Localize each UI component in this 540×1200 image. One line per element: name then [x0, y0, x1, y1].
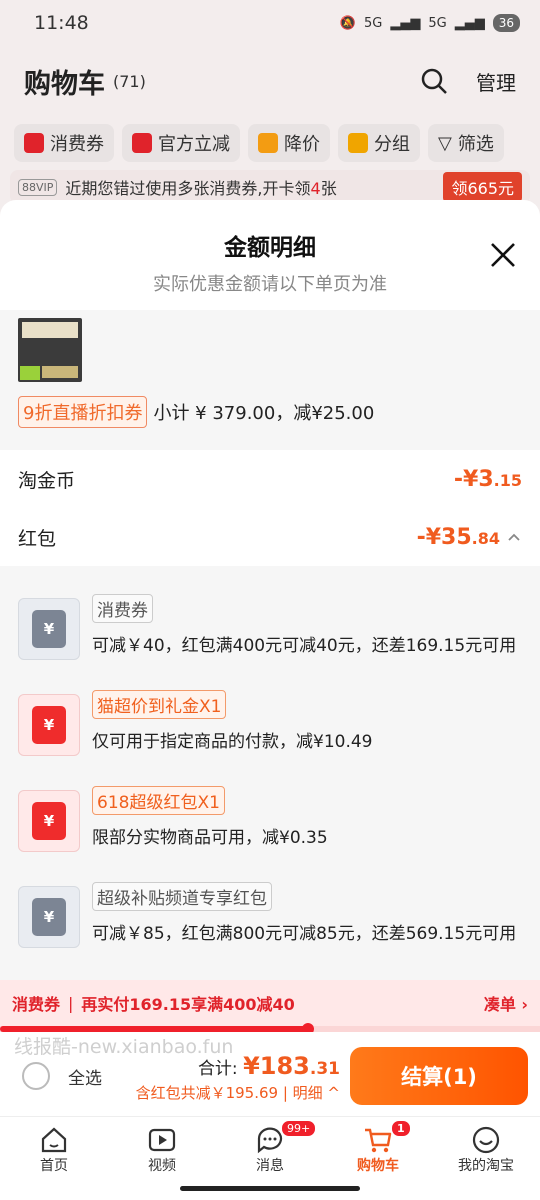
- total-box: 合计: ¥183.31 含红包共减￥195.69 | 明细 ^: [136, 1052, 340, 1103]
- chip-filter[interactable]: ▽ 筛选: [428, 124, 504, 162]
- amount-detail-sheet: 金额明细 实际优惠金额请以下单页为准 9折直播折扣券 小计 ¥ 379.00，减…: [0, 200, 540, 980]
- message-badge: 99+: [280, 1119, 318, 1138]
- profile-icon: [472, 1126, 500, 1154]
- discount-detail-link[interactable]: 含红包共减￥195.69 | 明细 ^: [136, 1082, 340, 1103]
- filter-chips: 消费券 官方立减 降价 分组 ▽ 筛选: [0, 124, 540, 162]
- cart-icon: [365, 1128, 392, 1153]
- vip-claim-button[interactable]: 领665元: [443, 172, 522, 202]
- lightning-icon: [132, 133, 152, 153]
- search-icon[interactable]: [420, 67, 448, 95]
- coupon-tag: 9折直播折扣券: [18, 396, 148, 428]
- home-icon: [41, 1127, 67, 1153]
- sheet-header: 金额明细 实际优惠金额请以下单页为准: [0, 200, 540, 310]
- status-bar: 11:48 🔕 5G ▂▄▆ 5G ▂▄▆ 36: [0, 0, 540, 46]
- total-line: 合计: ¥183.31: [197, 1052, 340, 1080]
- status-icons: 🔕 5G ▂▄▆ 5G ▂▄▆ 36: [340, 14, 520, 32]
- add-items-button[interactable]: 凑单 ›: [484, 991, 528, 1015]
- red-packet-icon: ¥: [18, 790, 80, 852]
- chip-official-discount[interactable]: 官方立减: [122, 124, 240, 162]
- manage-button[interactable]: 管理: [476, 67, 516, 96]
- video-icon: [148, 1128, 176, 1152]
- voucher-tag: 猫超价到礼金X1: [92, 690, 227, 719]
- red-packet-icon: ¥: [18, 694, 80, 756]
- page-title: 购物车: [24, 68, 105, 100]
- vip-banner[interactable]: 88VIP 近期您错过使用多张消费券,开卡领4张 领665元: [10, 170, 530, 204]
- list-item: ¥ 猫超价到礼金X1 仅可用于指定商品的付款，减¥10.49: [0, 674, 540, 770]
- product-coupon-line: 9折直播折扣券 小计 ¥ 379.00，减¥25.00: [18, 396, 522, 428]
- mute-bell-icon: 🔕: [339, 15, 356, 31]
- cart-badge: 1: [390, 1119, 412, 1138]
- chip-group[interactable]: 分组: [338, 124, 420, 162]
- product-summary: 小计 ¥ 379.00，减¥25.00: [153, 403, 375, 424]
- select-all-toggle[interactable]: 全选: [22, 1062, 102, 1090]
- cart-header: 购物车 (71) 管理: [0, 46, 540, 116]
- radio-unchecked-icon[interactable]: [22, 1062, 50, 1090]
- status-time: 11:48: [34, 12, 89, 34]
- hongbao-label: 红包: [18, 527, 57, 550]
- voucher-tag: 618超级红包X1: [92, 786, 225, 815]
- voucher-desc: 可减￥85，红包满800元可减85元，还差569.15元可用: [92, 924, 517, 944]
- voucher-desc: 仅可用于指定商品的付款，减¥10.49: [92, 732, 373, 752]
- coupon-yuan-icon: ¥: [18, 598, 80, 660]
- coupon-yuan-icon: ¥: [18, 886, 80, 948]
- signal-5g-1: 5G: [364, 15, 383, 31]
- hongbao-row[interactable]: 红包 -¥35.84: [0, 508, 540, 566]
- cart-count: (71): [113, 71, 146, 91]
- chevron-up-icon[interactable]: [506, 529, 522, 545]
- voucher-list: ¥ 消费券 可减￥40，红包满400元可减40元，还差169.15元可用 ¥ 猫…: [0, 566, 540, 980]
- funnel-icon: ▽: [438, 132, 452, 154]
- promo-bar[interactable]: 消费券 | 再实付169.15享满400减40 凑单 ›: [0, 980, 540, 1026]
- voucher-tag: 消费券: [92, 594, 153, 623]
- hongbao-amount: -¥35.84: [416, 524, 500, 550]
- tab-profile[interactable]: 我的淘宝: [432, 1117, 540, 1200]
- promo-label: 消费券: [12, 995, 61, 1014]
- voucher-desc: 限部分实物商品可用，减¥0.35: [92, 828, 328, 848]
- promo-divider: |: [68, 993, 74, 1013]
- promo-text: 再实付169.15享满400减40: [81, 995, 295, 1014]
- home-indicator: [180, 1186, 360, 1191]
- list-item: ¥ 618超级红包X1 限部分实物商品可用，减¥0.35: [0, 770, 540, 866]
- taojinbi-amount: -¥3.15: [453, 466, 522, 492]
- sheet-subtitle: 实际优惠金额请以下单页为准: [153, 274, 387, 295]
- folder-icon: [348, 133, 368, 153]
- list-item: ¥ 消费券 可减￥40，红包满400元可减40元，还差169.15元可用: [0, 578, 540, 674]
- chip-price-drop[interactable]: 降价: [248, 124, 330, 162]
- select-all-label: 全选: [68, 1068, 102, 1089]
- total-price: ¥183.31: [243, 1052, 340, 1080]
- vip-text: 近期您错过使用多张消费券,开卡领4张: [65, 179, 337, 198]
- arrow-down-icon: [258, 133, 278, 153]
- checkout-bar: 线报酷-new.xianbao.fun 全选 合计: ¥183.31 含红包共减…: [0, 1032, 540, 1116]
- signal-bars-icon: ▂▄▆: [390, 15, 421, 31]
- taojinbi-row: 淘金币 -¥3.15: [0, 450, 540, 508]
- signal-5g-2: 5G: [428, 15, 447, 31]
- product-block: 9折直播折扣券 小计 ¥ 379.00，减¥25.00: [0, 310, 540, 450]
- signal-bars-icon: ▂▄▆: [454, 15, 485, 31]
- battery-icon: 36: [492, 14, 520, 32]
- tab-home[interactable]: 首页: [0, 1117, 108, 1200]
- list-item: ¥ 超级补贴频道专享红包 可减￥85，红包满800元可减85元，还差569.15…: [0, 866, 540, 962]
- coupon-icon: [24, 133, 44, 153]
- product-thumbnail[interactable]: [18, 318, 82, 382]
- voucher-tag: 超级补贴频道专享红包: [92, 882, 272, 911]
- checkout-button[interactable]: 结算(1): [350, 1047, 528, 1105]
- voucher-desc: 可减￥40，红包满400元可减40元，还差169.15元可用: [92, 636, 517, 656]
- vip-badge: 88VIP: [18, 178, 58, 196]
- taojinbi-label: 淘金币: [18, 469, 76, 492]
- close-icon[interactable]: [488, 240, 518, 270]
- sheet-title: 金额明细: [224, 235, 316, 261]
- chip-coupon[interactable]: 消费券: [14, 124, 114, 162]
